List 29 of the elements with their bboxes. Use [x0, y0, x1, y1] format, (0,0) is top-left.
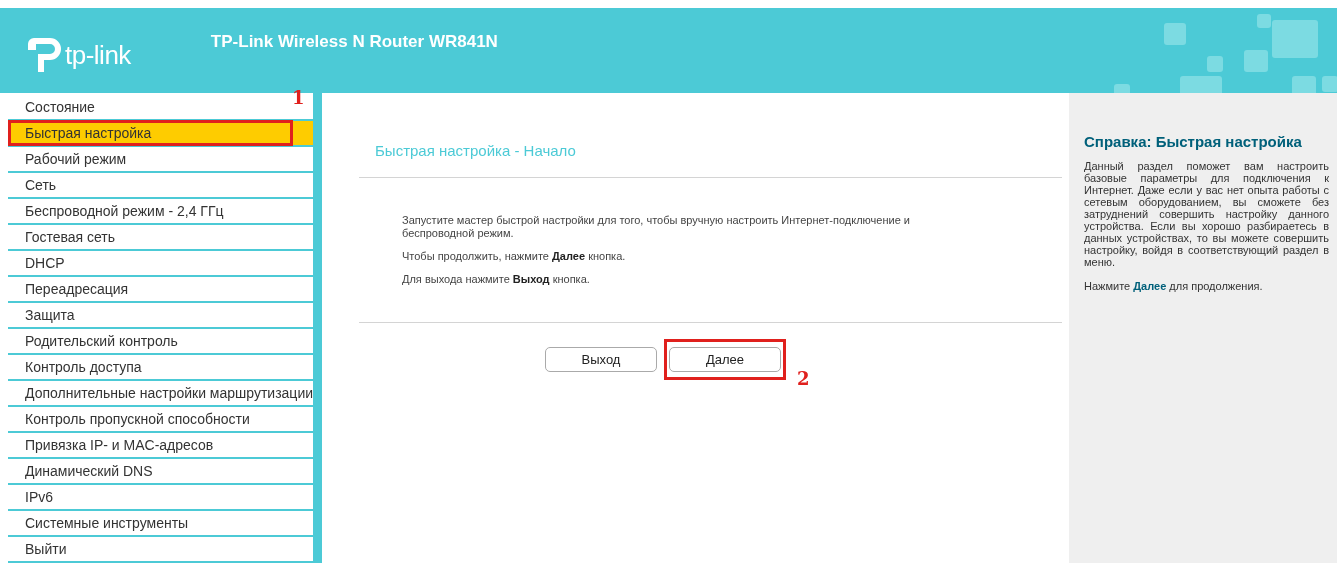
help-text: Данный раздел поможет вам настроить базовые параметры для подключения к Интернет. Даже если у вас нет опыта работы с сетевым оборудованием, вы сможете без затруднений совершить настройку данного устройства. Если вы хорошо разбираетесь в данных устройствах, то вы можете совершить настройку, войдя в соответствующий раздел в меню. — [1084, 160, 1329, 268]
help-heading: Справка: Быстрая настройка — [1084, 133, 1303, 150]
instruction-text: Для выхода нажмите Выход кнопка. — [402, 273, 591, 286]
menu-item[interactable]: Беспроводной режим - 2,4 ГГц — [8, 199, 313, 225]
menu-item[interactable]: Дополнительные настройки маршрутизации — [8, 381, 313, 407]
instruction-text: Чтобы продолжить, нажмите Далее кнопка. — [402, 250, 627, 263]
menu-item[interactable]: IPv6 — [8, 485, 313, 511]
menu-item[interactable]: DHCP — [8, 251, 313, 277]
next-button[interactable]: Далее — [669, 347, 781, 372]
menu-item[interactable]: Родительский контроль — [8, 329, 313, 355]
help-text: Нажмите Далее для продолжения. — [1084, 280, 1264, 292]
menu-item[interactable]: Выйти — [8, 537, 313, 563]
menu-item[interactable]: Гостевая сеть — [8, 225, 313, 251]
menu-item[interactable]: Контроль пропускной способности — [8, 407, 313, 433]
menu-item[interactable]: Контроль доступа — [8, 355, 313, 381]
exit-button[interactable]: Выход — [545, 347, 657, 372]
menu-item[interactable]: Динамический DNS — [8, 459, 313, 485]
instruction-text: Запустите мастер быстрой настройки для того, чтобы вручную настроить Интернет-подключение и беспроводной режим. — [402, 214, 911, 240]
logo-icon — [26, 36, 62, 74]
menu-item[interactable]: Привязка IP- и MAC-адресов — [8, 433, 313, 459]
page-heading: Быстрая настройка - Начало — [375, 142, 577, 159]
menu-item[interactable]: Сеть — [8, 173, 313, 199]
menu-item[interactable]: Системные инструменты — [8, 511, 313, 537]
callout-number: 2 — [797, 368, 810, 389]
menu-item[interactable]: Переадресация — [8, 277, 313, 303]
logo-text: tp-link — [65, 39, 131, 71]
router-title: TP-Link Wireless N Router WR841N — [210, 32, 498, 52]
menu-item[interactable]: Рабочий режим — [8, 147, 313, 173]
menu-item[interactable]: Защита — [8, 303, 313, 329]
